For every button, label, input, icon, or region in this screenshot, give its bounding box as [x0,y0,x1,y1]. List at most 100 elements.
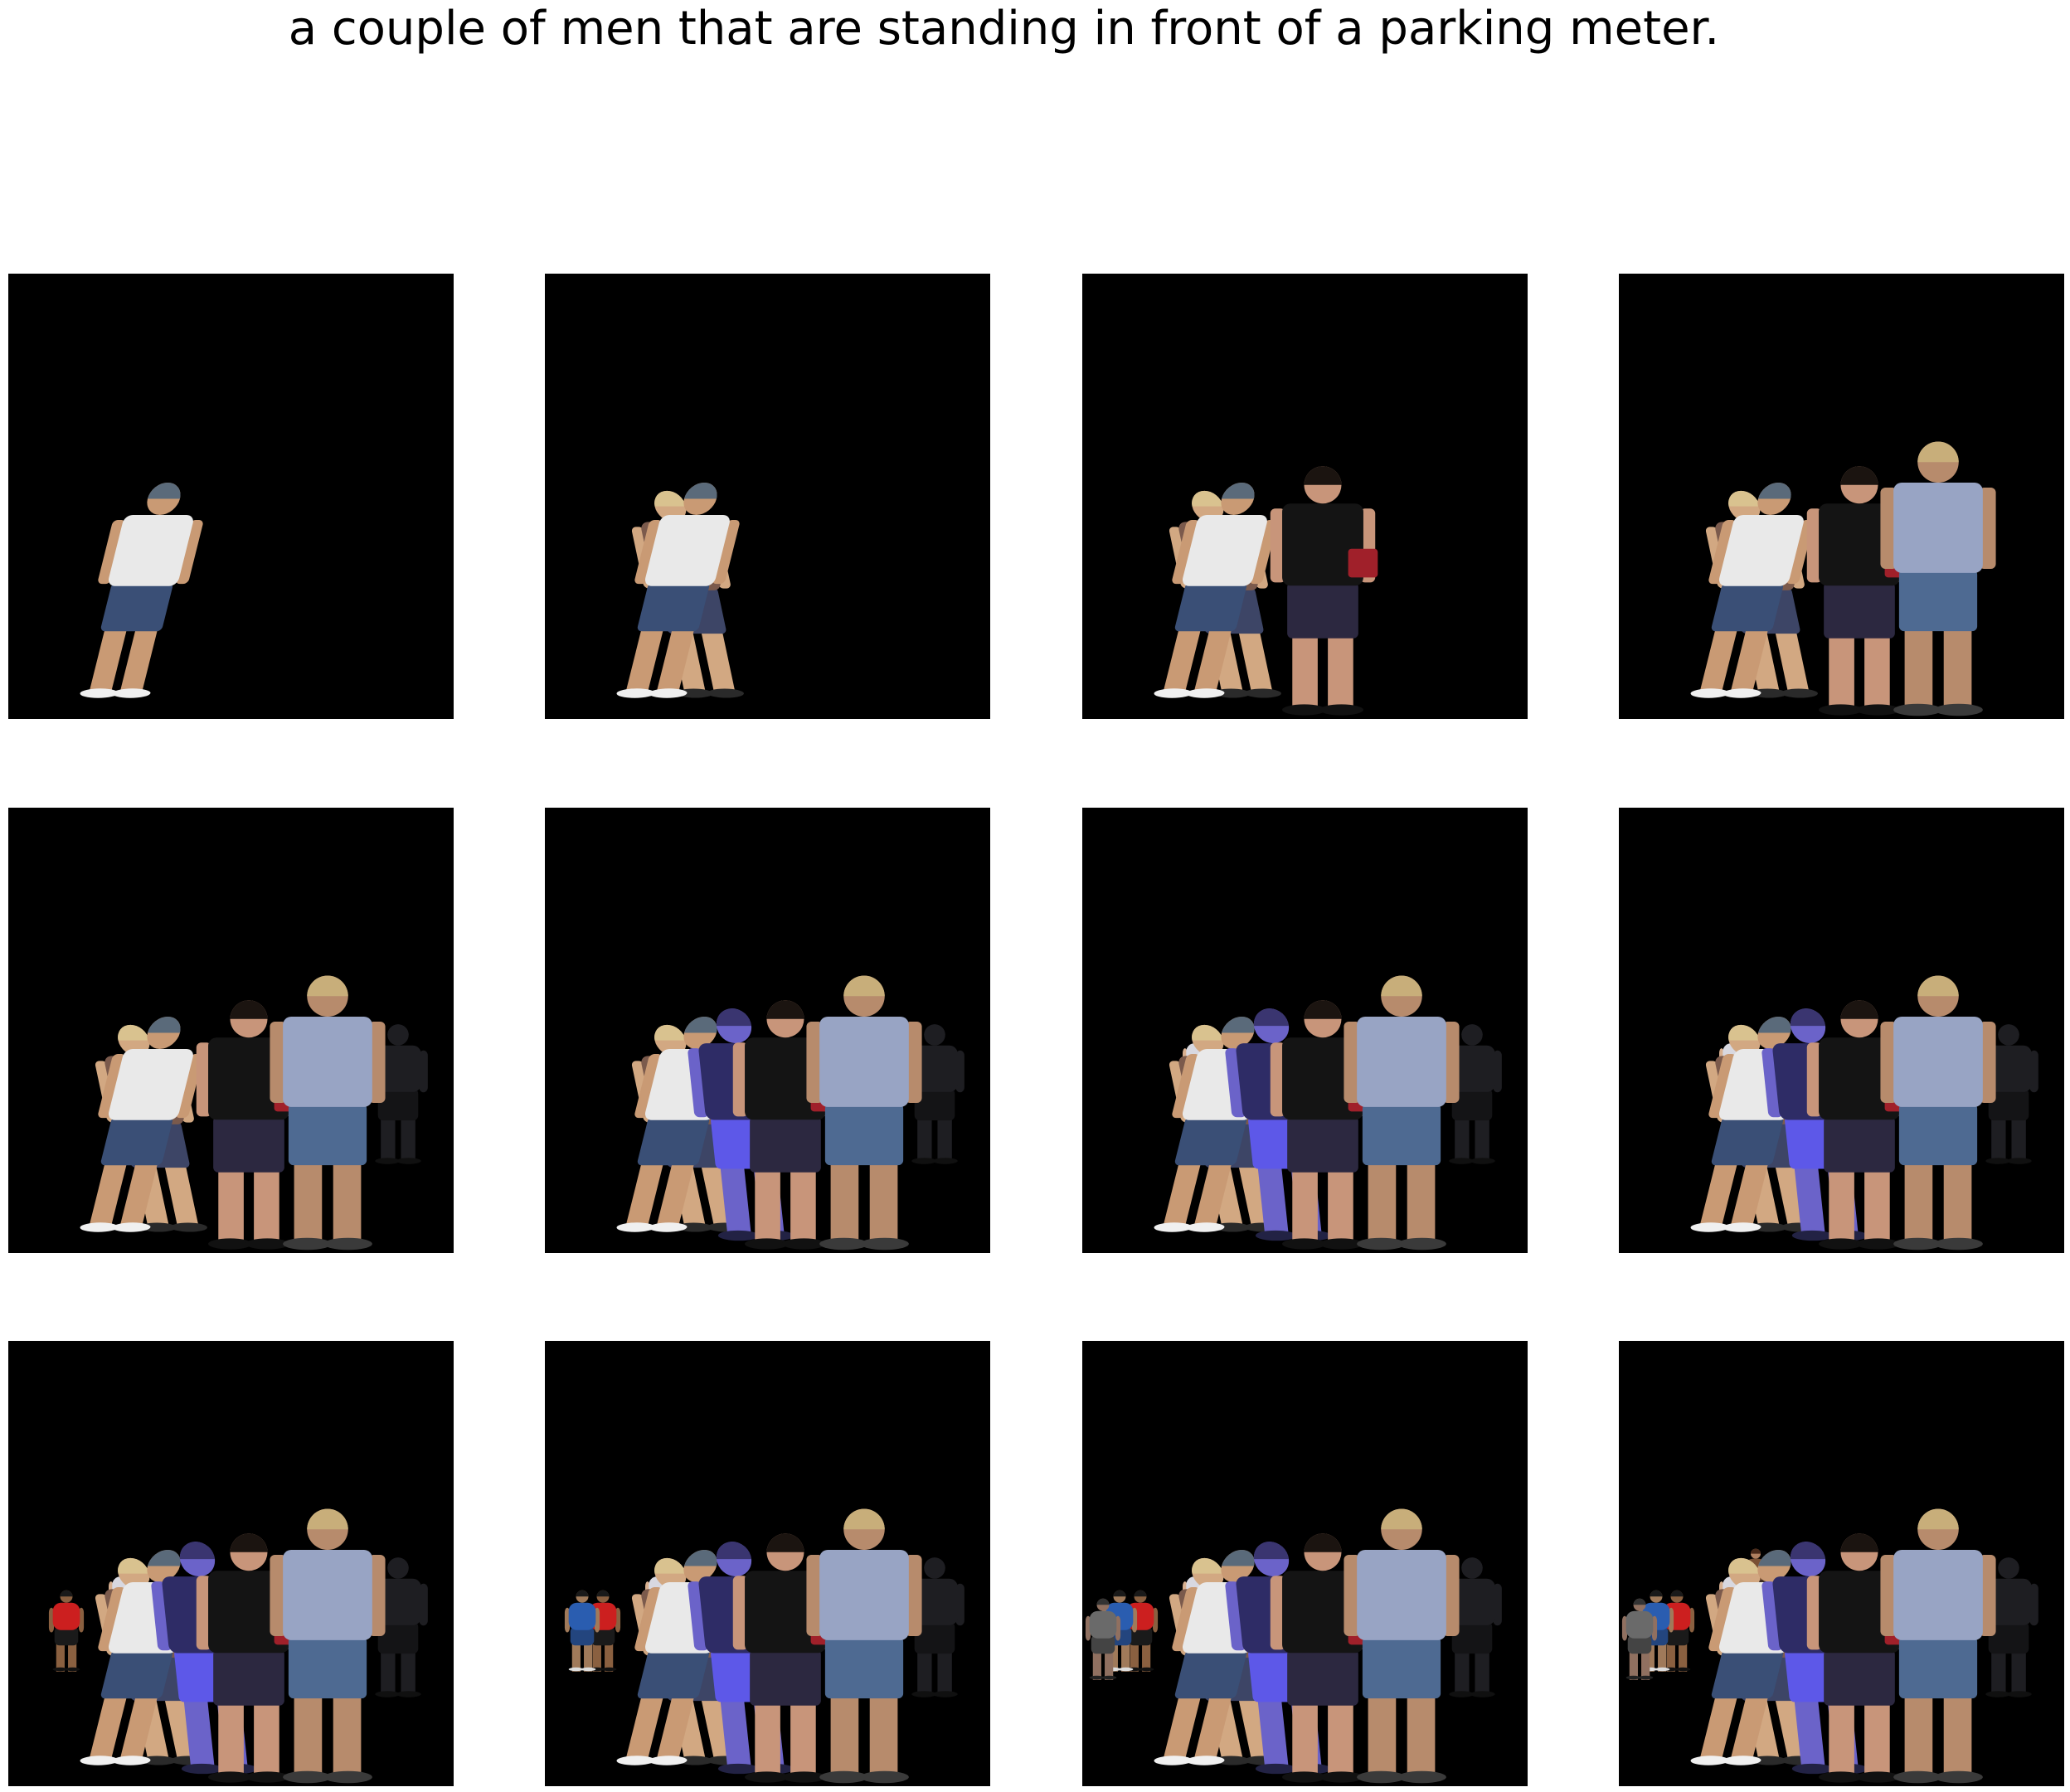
hair [147,1550,181,1566]
pants [637,1116,710,1166]
pants [1362,1636,1441,1699]
pants [213,1116,284,1173]
shoe-right [170,1222,207,1232]
hair [716,1008,751,1027]
hair [1790,1542,1825,1560]
shoe-right [860,1237,909,1251]
pants [1287,1649,1358,1706]
shoe-right [112,688,151,698]
shoe-right [860,1770,909,1784]
pants [1287,1116,1358,1173]
panel-canvas [1085,1508,1502,1784]
pants [213,1649,284,1706]
hair [307,1508,348,1530]
hair [683,1550,717,1566]
hair [387,1557,409,1569]
pants [1174,1116,1247,1166]
pants [1898,1103,1978,1166]
shoe-right [323,1237,372,1251]
pants [637,1649,710,1699]
hair [1840,1000,1878,1019]
bag [1348,548,1378,578]
hair [1253,1008,1289,1027]
panel-4 [1619,274,2064,719]
shoe-right [649,688,688,698]
hair [1192,1024,1223,1041]
panel-5 [8,808,454,1253]
figure-boy-cap [80,482,203,698]
panel-canvas [616,482,744,698]
hair [118,1024,149,1041]
torso [1893,482,1983,573]
torso [283,1549,372,1640]
hair [60,1590,73,1597]
hair [1221,483,1255,499]
shoe-right [601,1667,617,1672]
panel-2 [545,274,990,719]
pants [1287,582,1358,639]
hair [1192,1557,1223,1574]
shoe-right [1675,1667,1691,1672]
panel-canvas [1621,1508,2038,1784]
hair [924,1557,945,1569]
pants [750,1649,821,1706]
shoe-right [396,1158,421,1164]
torso [1625,1610,1654,1639]
pants [288,1103,367,1166]
torso [819,1016,909,1107]
hair [1790,1008,1825,1027]
hair [766,1533,804,1552]
pants [1174,582,1247,632]
shoe-right [1723,1222,1761,1232]
hair [1381,1508,1422,1530]
panel-canvas [80,975,428,1251]
shoe-right [1397,1237,1446,1251]
shoe-right [1934,1770,1983,1784]
shoe-right [1855,704,1900,716]
figure-woman-dark [1270,466,1378,716]
hair [1134,1590,1147,1597]
shoe-right [932,1158,958,1164]
hair [1461,1557,1483,1569]
panel-7 [1082,808,1528,1253]
torso [1357,1016,1446,1107]
shoe-right [396,1691,421,1697]
shoe-right [2006,1691,2032,1697]
hair [147,1017,181,1033]
hair [230,1533,268,1552]
hair [683,483,717,499]
image-grid [0,0,2070,1792]
shoe-right [1655,1667,1670,1672]
panel-1 [8,274,454,719]
panel-canvas [1690,441,1996,716]
hair [1461,1024,1483,1036]
hair [387,1024,409,1036]
shoe-right [245,1771,289,1783]
torso [1893,1016,1983,1107]
hair [1757,1550,1791,1566]
hair [766,1000,804,1019]
torso [568,1602,596,1630]
shoe-right [1186,1756,1225,1765]
hair [1192,490,1223,507]
shoe-right [1934,1237,1983,1251]
hair [596,1590,610,1597]
hair [1113,1590,1126,1597]
shoe-right [1319,1238,1363,1250]
hair [1917,1508,1959,1530]
shoe-right [1186,1222,1225,1232]
hair [307,975,348,997]
hair [1304,1533,1342,1552]
pants [1824,1116,1895,1173]
shoe-right [649,1222,688,1232]
hair [683,1017,717,1033]
panel-11 [1082,1341,1528,1786]
panel-canvas [616,975,965,1251]
panel-8 [1619,808,2064,1253]
pants [1711,1649,1784,1699]
pants [637,582,710,632]
shoe-right [932,1691,958,1697]
shoe-right [245,1238,289,1250]
shoe-right [1855,1238,1900,1250]
shoe-right [1934,703,1983,716]
